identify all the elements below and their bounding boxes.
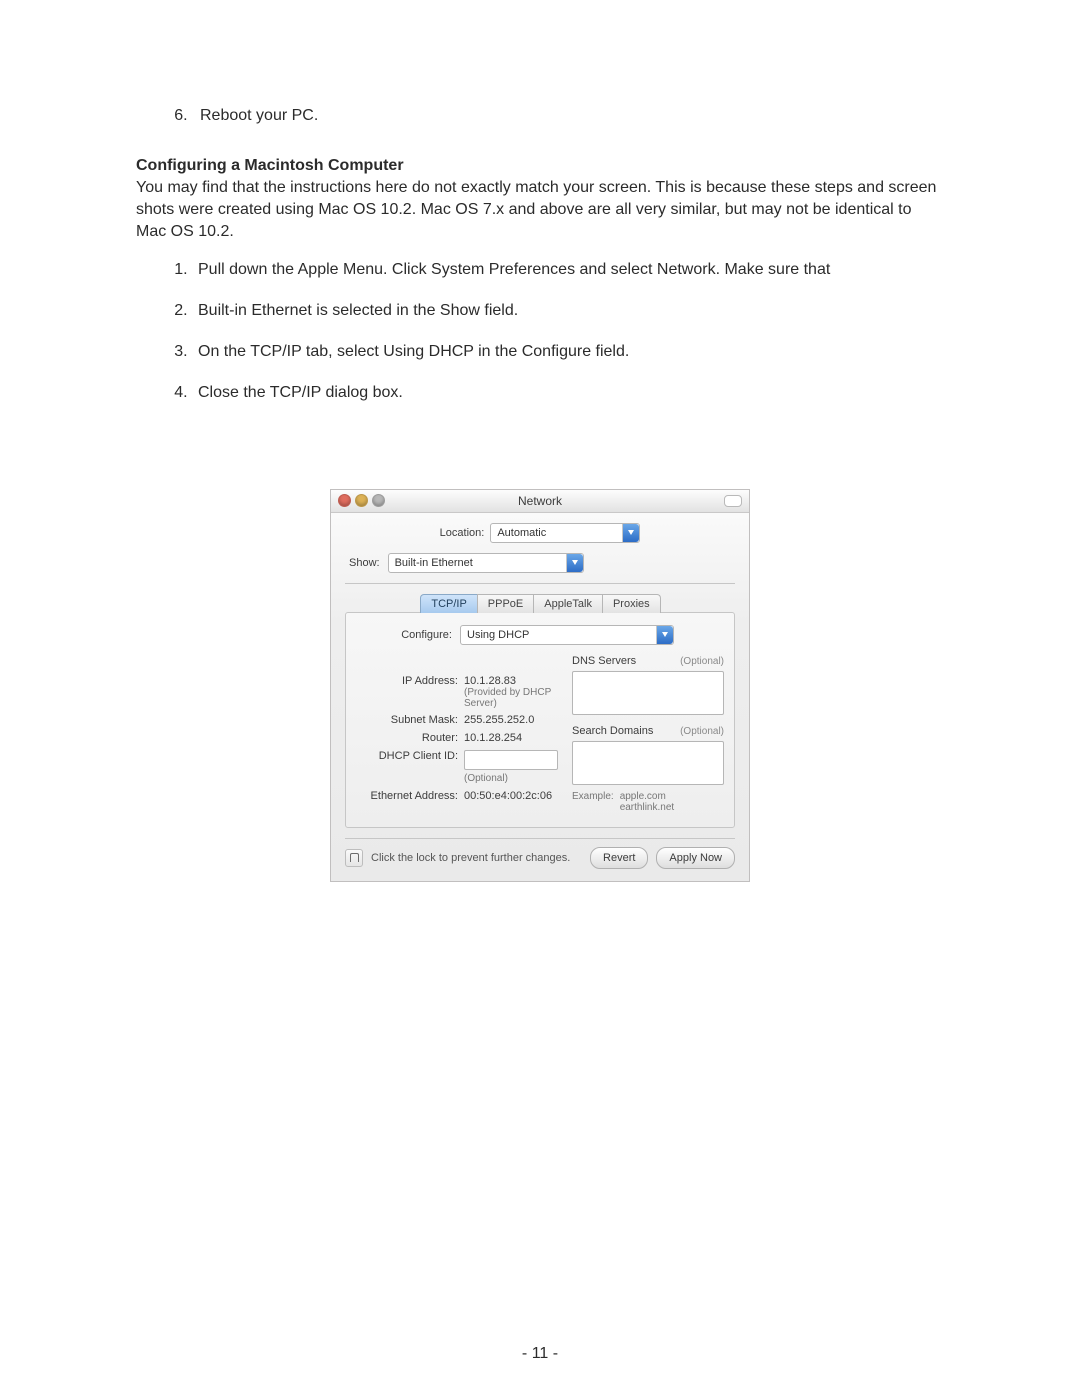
document-page: Reboot your PC. Configuring a Macintosh … [0,0,1080,1397]
location-value: Automatic [497,527,546,539]
location-row: Location: Automatic [345,523,735,543]
toolbar-pill-icon[interactable] [724,495,742,507]
ip-row: IP Address: 10.1.28.83 (Provided by DHCP… [356,675,558,709]
subnet-label: Subnet Mask: [356,714,464,726]
step-6: Reboot your PC. [192,105,944,127]
show-value: Built-in Ethernet [395,557,473,569]
lock-icon[interactable] [345,849,363,867]
configure-row: Configure: Using DHCP [356,625,724,645]
lock-text: Click the lock to prevent further change… [371,852,582,864]
tcpip-left-col: IP Address: 10.1.28.83 (Provided by DHCP… [356,655,558,813]
search-optional: (Optional) [680,726,724,737]
dhcp-row: DHCP Client ID: (Optional) [356,750,558,784]
search-textarea[interactable] [572,741,724,785]
window-content: Location: Automatic Show: Built-in Ether… [331,513,749,881]
example-2: earthlink.net [620,802,674,813]
apply-now-button[interactable]: Apply Now [656,847,735,869]
show-row: Show: Built-in Ethernet [349,553,735,573]
tab-bar: TCP/IP PPPoE AppleTalk Proxies [345,594,735,613]
dns-optional: (Optional) [680,656,724,667]
mac-step-3: On the TCP/IP tab, select Using DHCP in … [192,340,944,363]
tcpip-right-col: DNS Servers (Optional) Search Domains (O… [572,655,724,813]
dhcp-sub: (Optional) [464,773,558,784]
mac-step-1: Pull down the Apple Menu. Click System P… [192,258,944,281]
section-heading: Configuring a Macintosh Computer [136,157,944,175]
tab-tcpip[interactable]: TCP/IP [420,594,477,613]
router-row: Router: 10.1.28.254 [356,732,558,744]
location-label: Location: [440,527,485,539]
configure-select[interactable]: Using DHCP [460,625,674,645]
dhcp-client-id-input[interactable] [464,750,558,770]
screenshot-wrap: Network Location: Automatic Show: Built-… [136,489,944,882]
mac-step-2: Built-in Ethernet is selected in the Sho… [192,299,944,322]
example-row: Example: apple.com earthlink.net [572,791,724,813]
eth-label: Ethernet Address: [356,790,464,802]
tcpip-grid: IP Address: 10.1.28.83 (Provided by DHCP… [356,655,724,813]
section-paragraph: You may find that the instructions here … [136,177,944,244]
step-6-text: Reboot your PC. [200,107,318,124]
example-label: Example: [572,791,614,813]
configure-value: Using DHCP [467,629,529,641]
network-window: Network Location: Automatic Show: Built-… [330,489,750,882]
mac-step-4: Close the TCP/IP dialog box. [192,381,944,404]
chevron-down-icon [656,626,673,644]
ip-value: 10.1.28.83 [464,675,558,687]
search-label: Search Domains [572,725,653,737]
revert-button[interactable]: Revert [590,847,648,869]
tab-pppoe[interactable]: PPPoE [477,594,534,613]
subnet-row: Subnet Mask: 255.255.252.0 [356,714,558,726]
tab-appletalk[interactable]: AppleTalk [533,594,603,613]
show-select[interactable]: Built-in Ethernet [388,553,584,573]
window-footer: Click the lock to prevent further change… [345,838,735,869]
router-label: Router: [356,732,464,744]
subnet-value: 255.255.252.0 [464,714,558,726]
dhcp-label: DHCP Client ID: [356,750,464,762]
divider [345,583,735,584]
chevron-down-icon [566,554,583,572]
ip-label: IP Address: [356,675,464,687]
configure-label: Configure: [356,629,452,641]
footer-buttons: Revert Apply Now [590,847,735,869]
window-title: Network [331,494,749,508]
example-1: apple.com [620,791,674,802]
eth-row: Ethernet Address: 00:50:e4:00:2c:06 [356,790,558,802]
chevron-down-icon [622,524,639,542]
mac-steps-list: Pull down the Apple Menu. Click System P… [136,258,944,405]
show-label: Show: [349,557,380,569]
dns-textarea[interactable] [572,671,724,715]
tab-proxies[interactable]: Proxies [602,594,661,613]
window-titlebar: Network [331,490,749,513]
prior-step-list: Reboot your PC. [136,105,944,127]
dns-label: DNS Servers [572,655,636,667]
dns-header: DNS Servers (Optional) [572,655,724,667]
page-number: - 11 - [0,1345,1080,1363]
search-header: Search Domains (Optional) [572,725,724,737]
tcpip-pane: Configure: Using DHCP IP Address: [345,612,735,828]
location-select[interactable]: Automatic [490,523,640,543]
router-value: 10.1.28.254 [464,732,558,744]
eth-value: 00:50:e4:00:2c:06 [464,790,558,802]
ip-sub: (Provided by DHCP Server) [464,687,558,709]
